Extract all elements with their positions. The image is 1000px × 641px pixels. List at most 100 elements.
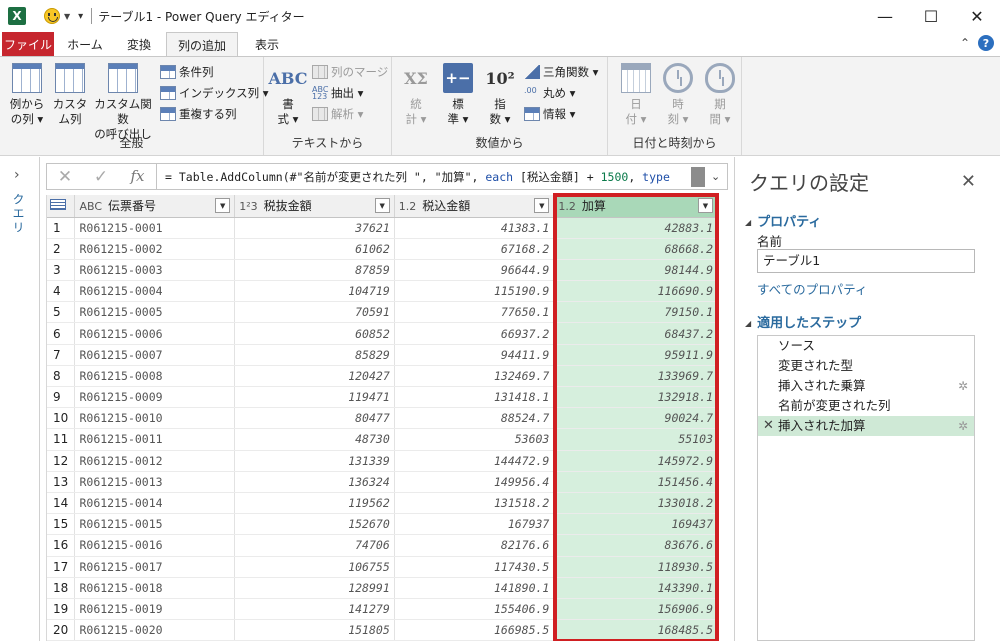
table-cell[interactable]: 80477 [234,407,395,430]
table-cell[interactable]: 155406.9 [394,598,555,621]
row-number[interactable]: 1 [47,217,76,239]
table-row[interactable]: 7 R061215-0007 85829 94411.9 95911.9 [47,344,718,366]
table-cell[interactable]: 128991 [234,577,395,599]
minimize-button[interactable]: — [862,0,908,32]
table-cell[interactable]: R061215-0001 [74,217,236,239]
table-cell[interactable]: R061215-0006 [74,322,236,345]
table-row[interactable]: 19 R061215-0019 141279 155406.9 156906.9 [47,598,718,621]
formula-input[interactable]: = Table.AddColumn(#"名前が変更された列 ", "加算", e… [157,169,691,185]
table-cell[interactable]: 67168.2 [394,238,555,260]
table-cell[interactable]: 119471 [234,386,395,409]
table-cell[interactable]: 132918.1 [553,386,718,409]
standard-button[interactable]: +− 標 準 ▾ [440,63,476,127]
table-cell[interactable]: 104719 [234,280,395,303]
row-number[interactable]: 8 [47,365,76,388]
row-number[interactable]: 4 [47,280,76,303]
column-header-slip-number[interactable]: ABC 伝票番号 ▼ [74,195,236,218]
filter-dropdown-icon[interactable]: ▼ [698,198,713,213]
information-button[interactable]: 情報 ▾ [524,104,575,124]
table-row[interactable]: 16 R061215-0016 74706 82176.6 83676.6 [47,534,718,557]
table-cell[interactable]: R061215-0009 [74,386,236,409]
table-cell[interactable]: 131518.2 [394,492,555,515]
table-cell[interactable]: 115190.9 [394,280,555,303]
table-row[interactable]: 18 R061215-0018 128991 141890.1 143390.1 [47,577,718,599]
table-cell[interactable]: 167937 [394,513,555,536]
cancel-formula-icon[interactable]: ✕ [47,167,83,187]
table-cell[interactable]: 83676.6 [553,534,718,557]
table-row[interactable]: 15 R061215-0015 152670 167937 169437 [47,513,718,536]
collapse-ribbon-icon[interactable]: ⌃ [960,36,970,50]
table-cell[interactable]: 141890.1 [394,577,555,599]
row-number[interactable]: 14 [47,492,76,515]
time-button[interactable]: 時 刻 ▾ [660,63,696,127]
table-cell[interactable]: R061215-0003 [74,259,236,282]
step-item-active[interactable]: ✕ 挿入された加算 ✲ [758,416,974,436]
expand-formula-icon[interactable]: ⌄ [711,170,727,183]
table-cell[interactable]: 53603 [394,428,555,451]
feedback-smiley-icon[interactable] [44,8,60,24]
table-cell[interactable]: 151805 [234,619,395,641]
table-cell[interactable]: 95911.9 [553,344,718,366]
row-number[interactable]: 17 [47,556,76,578]
row-number[interactable]: 20 [47,619,76,641]
table-cell[interactable]: R061215-0005 [74,301,236,324]
table-cell[interactable]: 42883.1 [553,217,718,239]
table-cell[interactable]: 48730 [234,428,395,451]
duplicate-column-button[interactable]: 重複する列 [160,104,237,124]
trigonometry-button[interactable]: 三角関数 ▾ [524,62,598,82]
table-cell[interactable]: R061215-0013 [74,471,236,493]
table-row[interactable]: 5 R061215-0005 70591 77650.1 79150.1 [47,301,718,324]
table-cell[interactable]: R061215-0002 [74,238,236,260]
table-cell[interactable]: 41383.1 [394,217,555,239]
table-cell[interactable]: 136324 [234,471,395,493]
row-number[interactable]: 16 [47,534,76,557]
filter-dropdown-icon[interactable]: ▼ [534,198,550,213]
row-number[interactable]: 3 [47,259,76,282]
table-row[interactable]: 6 R061215-0006 60852 66937.2 68437.2 [47,322,718,345]
applied-steps-heading[interactable]: 適用したステップ [745,312,861,331]
confirm-formula-icon[interactable]: ✓ [83,167,119,187]
table-row[interactable]: 13 R061215-0013 136324 149956.4 151456.4 [47,471,718,493]
table-cell[interactable]: R061215-0010 [74,407,236,430]
table-cell[interactable]: R061215-0014 [74,492,236,515]
table-cell[interactable]: 74706 [234,534,395,557]
table-row[interactable]: 4 R061215-0004 104719 115190.9 116690.9 [47,280,718,303]
step-item[interactable]: ソース [758,336,974,356]
index-column-button[interactable]: インデックス列 ▾ [160,83,269,103]
column-header-taxincl[interactable]: 1.2 税込金額 ▼ [394,195,555,218]
column-header-added[interactable]: 1.2 加算 ▼ [553,195,718,218]
table-cell[interactable]: 133018.2 [553,492,718,515]
table-cell[interactable]: 106755 [234,556,395,578]
row-number[interactable]: 13 [47,471,76,493]
tab-file[interactable]: ファイル [2,32,54,56]
table-cell[interactable]: 120427 [234,365,395,388]
table-cell[interactable]: 77650.1 [394,301,555,324]
table-cell[interactable]: 90024.7 [553,407,718,430]
filter-dropdown-icon[interactable]: ▼ [215,198,231,213]
table-cell[interactable]: 96644.9 [394,259,555,282]
table-cell[interactable]: 68668.2 [553,238,718,260]
table-cell[interactable]: 66937.2 [394,322,555,345]
table-cell[interactable]: R061215-0019 [74,598,236,621]
maximize-button[interactable]: ☐ [908,0,954,32]
delete-step-icon[interactable]: ✕ [763,416,774,436]
table-row[interactable]: 20 R061215-0020 151805 166985.5 168485.5 [47,619,718,641]
table-cell[interactable]: 166985.5 [394,619,555,641]
table-row[interactable]: 1 R061215-0001 37621 41383.1 42883.1 [47,217,718,239]
table-cell[interactable]: 156906.9 [553,598,718,621]
help-icon[interactable]: ? [978,35,994,51]
fx-icon[interactable]: fx [119,164,157,189]
table-row[interactable]: 2 R061215-0002 61062 67168.2 68668.2 [47,238,718,260]
tab-view[interactable]: 表示 [244,32,290,56]
table-cell[interactable]: 151456.4 [553,471,718,493]
invoke-custom-function-button[interactable]: カスタム関数 の呼び出し [90,63,156,142]
table-cell[interactable]: 141279 [234,598,395,621]
table-cell[interactable]: 149956.4 [394,471,555,493]
formula-scrollbar[interactable] [691,166,705,187]
table-cell[interactable]: R061215-0016 [74,534,236,557]
close-button[interactable]: ✕ [954,0,1000,32]
table-cell[interactable]: 131339 [234,450,395,472]
table-row[interactable]: 10 R061215-0010 80477 88524.7 90024.7 [47,407,718,430]
duration-button[interactable]: 期 間 ▾ [702,63,738,127]
table-cell[interactable]: R061215-0004 [74,280,236,303]
